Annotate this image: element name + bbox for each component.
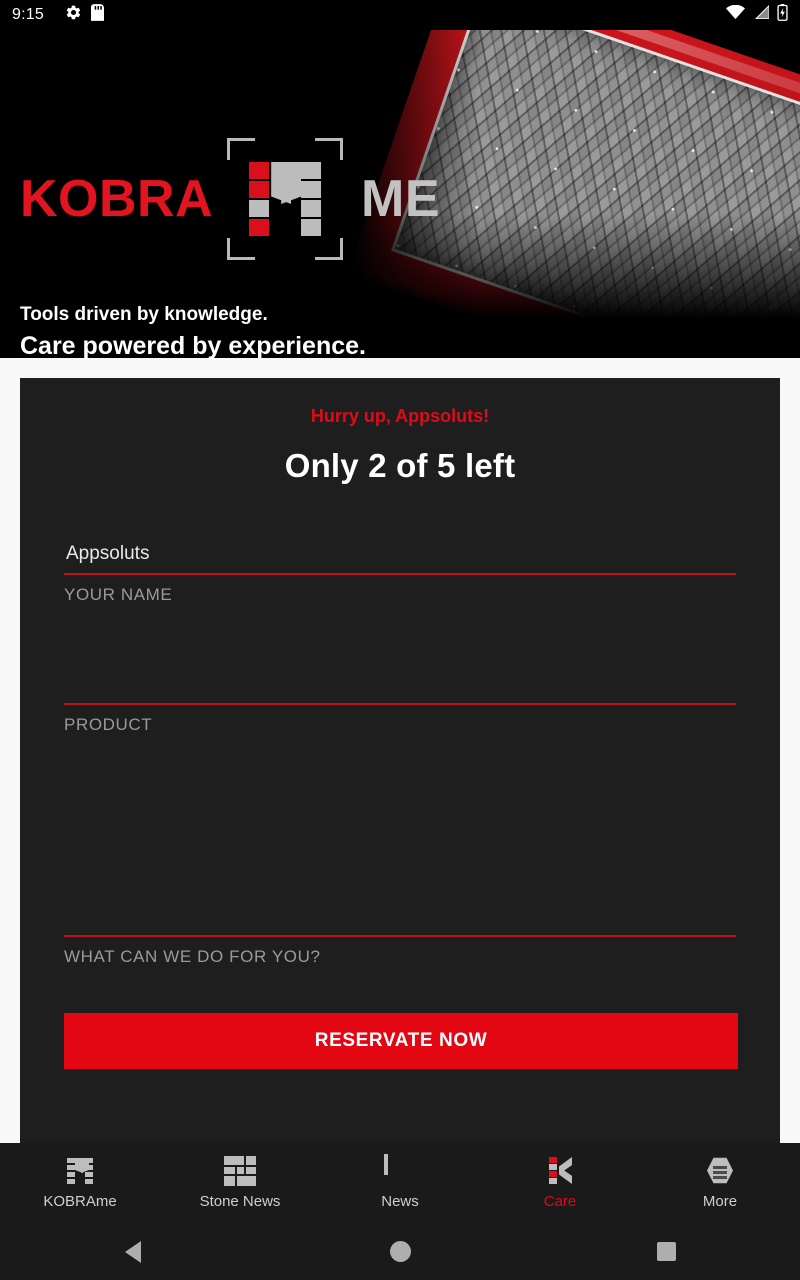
kobrame-m-logo-icon — [227, 138, 343, 260]
nav-item-news[interactable]: News — [320, 1154, 480, 1210]
back-triangle-icon — [125, 1240, 142, 1263]
product-field[interactable]: PRODUCT — [64, 655, 736, 735]
status-bar-clock: 9:15 — [12, 6, 44, 23]
cellular-signal-icon — [752, 5, 770, 25]
product-input[interactable] — [64, 655, 736, 703]
bottom-navigation-bar: KOBRAme Stone News News Care More — [0, 1143, 800, 1223]
bracket-top-right — [315, 138, 343, 160]
reservate-now-button[interactable]: RESERVATE NOW — [64, 1013, 738, 1069]
bracket-bottom-left — [227, 238, 256, 260]
product-label: PRODUCT — [64, 715, 153, 734]
android-system-navigation-bar — [0, 1223, 800, 1280]
your-name-label: YOUR NAME — [64, 585, 173, 604]
newspaper-icon — [384, 1154, 416, 1186]
logo-me-text: ME — [361, 170, 440, 228]
brand-logo: KOBRA ME — [20, 138, 440, 260]
status-bar-left: 9:15 — [12, 4, 104, 26]
stone-grid-icon — [224, 1156, 256, 1186]
system-home-button[interactable] — [267, 1241, 534, 1262]
hexagon-menu-icon — [704, 1156, 736, 1186]
home-circle-icon — [389, 1241, 411, 1262]
status-bar: 9:15 — [0, 0, 800, 30]
bracket-bottom-right — [315, 238, 343, 260]
logo-right-column — [301, 162, 322, 236]
system-back-button[interactable] — [0, 1240, 267, 1263]
message-label: WHAT CAN WE DO FOR YOU? — [64, 947, 321, 966]
your-name-field[interactable]: Appsoluts YOUR NAME — [64, 537, 736, 605]
wifi-icon — [726, 4, 745, 25]
app-header: KOBRA ME Tools driven by knowledge. Care… — [0, 30, 800, 358]
promo-urgency-text: Hurry up, Appsoluts! — [310, 406, 490, 426]
nav-item-more[interactable]: More — [640, 1156, 800, 1210]
nav-label-kobrame: KOBRAme — [43, 1193, 117, 1210]
system-recents-button[interactable] — [533, 1242, 800, 1261]
logo-left-column — [249, 162, 270, 236]
gear-icon — [65, 4, 82, 26]
recents-square-icon — [657, 1242, 677, 1261]
message-field[interactable]: WHAT CAN WE DO FOR YOU? — [64, 785, 736, 967]
nav-label-news: News — [381, 1193, 419, 1210]
stock-remaining-headline: Only 2 of 5 left — [284, 447, 516, 484]
sd-card-icon — [90, 4, 104, 26]
reservation-form-card: Hurry up, Appsoluts! Only 2 of 5 left Ap… — [20, 378, 780, 1143]
nav-label-stone-news: Stone News — [199, 1193, 281, 1210]
nav-label-care: Care — [543, 1193, 577, 1210]
kobrame-m-icon — [64, 1156, 96, 1186]
tray-honeycomb-mesh — [391, 30, 800, 358]
care-k-icon — [544, 1156, 576, 1186]
logo-center-right-wedge — [281, 162, 302, 204]
battery-charging-icon — [777, 4, 788, 26]
your-name-input[interactable]: Appsoluts — [64, 537, 736, 573]
nav-label-more: More — [702, 1193, 738, 1210]
message-input[interactable] — [64, 785, 736, 935]
logo-kobra-text: KOBRA — [20, 170, 214, 228]
tagline-primary: Tools driven by knowledge. — [20, 304, 268, 325]
status-bar-right — [726, 4, 788, 26]
tagline-secondary: Care powered by experience. — [20, 332, 366, 358]
nav-item-kobrame[interactable]: KOBRAme — [0, 1156, 160, 1210]
nav-item-care[interactable]: Care — [480, 1156, 640, 1210]
nav-item-stone-news[interactable]: Stone News — [160, 1156, 320, 1210]
bracket-top-left — [227, 138, 256, 160]
